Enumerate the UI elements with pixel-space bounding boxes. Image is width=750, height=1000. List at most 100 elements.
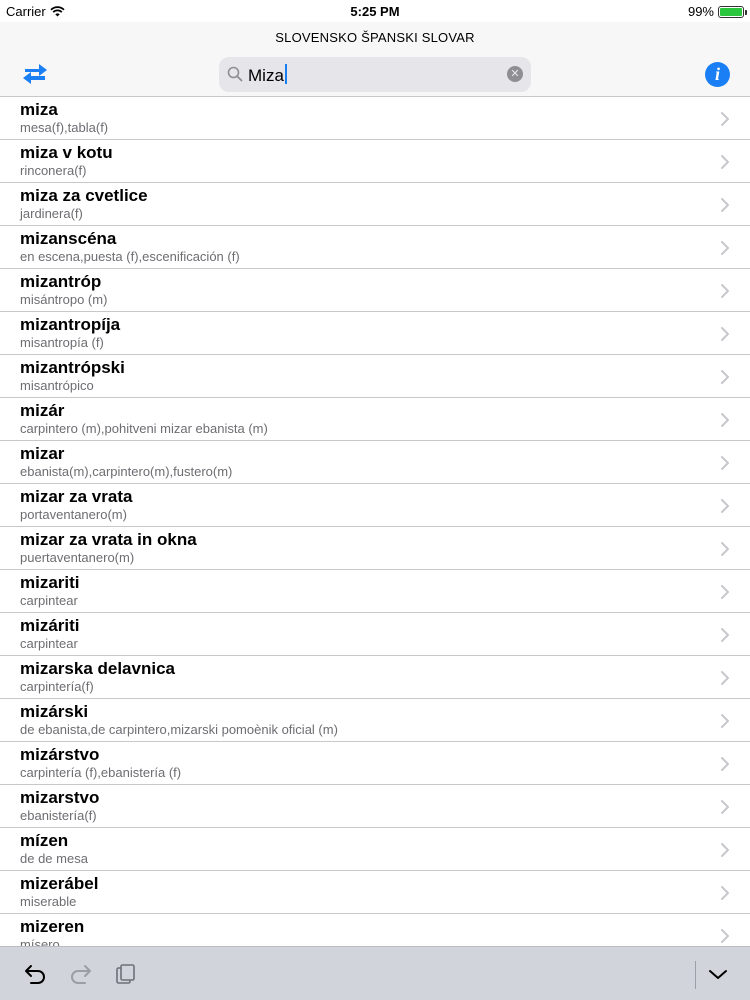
entry-translation: mesa(f),tabla(f) [20,120,109,135]
chevron-right-icon [721,370,729,384]
status-right: 99% [687,4,747,19]
entry-word: mizantrópski [20,358,125,377]
toolbar-divider [695,961,696,989]
nav-bar: SLOVENSKO ŠPANSKI SLOVAR Miza ✕ i [0,22,750,97]
battery-icon [718,5,747,18]
entry-translation: carpintear [20,593,78,608]
entry-translation: ebanista(m),carpintero(m),fustero(m) [20,464,233,479]
list-item[interactable]: mizar za vrata in okna puertaventanero(m) [0,527,750,570]
redo-button[interactable] [68,963,92,985]
entry-translation: ebanistería(f) [20,808,97,823]
list-item[interactable]: miza v kotu rinconera(f) [0,140,750,183]
list-item[interactable]: miza za cvetlice jardinera(f) [0,183,750,226]
entry-translation: misantropía (f) [20,335,104,350]
chevron-right-icon [721,284,729,298]
clear-search-button[interactable]: ✕ [507,66,523,82]
entry-word: mizarska delavnica [20,659,175,678]
paste-button[interactable] [114,963,138,985]
list-item[interactable]: mizár carpintero (m),pohitveni mizar eban… [0,398,750,441]
chevron-right-icon [721,155,729,169]
list-item[interactable]: mizantrópski misantrópico [0,355,750,398]
entry-word: mizanscéna [20,229,117,248]
entry-word: mizeren [20,917,85,936]
entry-translation: rinconera(f) [20,163,87,178]
redo-icon [71,965,91,984]
list-item[interactable]: mizeren mísero [0,914,750,946]
info-button[interactable]: i [705,62,730,87]
chevron-right-icon [721,327,729,341]
list-item[interactable]: mízen de de mesa [0,828,750,871]
chevron-right-icon [721,714,729,728]
search-icon [227,66,243,82]
battery-level [720,7,742,16]
clipboard-icon [116,964,135,984]
chevron-down-icon [709,970,727,979]
entry-translation: mísero [20,937,60,946]
entry-translation: carpintear [20,636,78,651]
entry-word: mizárstvo [20,745,100,764]
chevron-right-icon [721,843,729,857]
chevron-right-icon [721,929,729,943]
chevron-right-icon [721,542,729,556]
entry-word: mizárski [20,702,89,721]
clear-icon: ✕ [510,68,520,80]
battery-percent: 99% [687,4,714,19]
search-field[interactable]: Miza ✕ [219,57,531,92]
keyboard-toolbar [0,946,750,1000]
entry-translation: portaventanero(m) [20,507,127,522]
status-bar: Carrier 5:25 PM 99% [0,0,750,22]
entry-word: mizerábel [20,874,99,893]
entry-word: mizar [20,444,65,463]
chevron-right-icon [721,112,729,126]
list-item[interactable]: mizarstvo ebanistería(f) [0,785,750,828]
entry-word: mizar za vrata [20,487,133,506]
entry-word: mizantropíja [20,315,121,334]
undo-button[interactable] [24,963,48,985]
entry-word: mizarstvo [20,788,100,807]
undo-icon [25,965,45,984]
list-item[interactable]: mizanscéna en escena,puesta (f),escenific… [0,226,750,269]
dismiss-keyboard-button[interactable] [706,963,730,985]
search-value: Miza [248,66,284,85]
list-item[interactable]: mizárstvo carpintería (f),ebanistería (f) [0,742,750,785]
list-item[interactable]: mizariti carpintear [0,570,750,613]
chevron-right-icon [721,757,729,771]
swap-language-button[interactable] [20,60,50,88]
entry-word: miza za cvetlice [20,186,148,205]
entry-word: mizar za vrata in okna [20,530,197,549]
result-list[interactable]: miza mesa(f),tabla(f) miza v kotu rinconera… [0,97,750,946]
entry-translation: misantrópico [20,378,94,393]
entry-word: mizár [20,401,65,420]
entry-translation: puertaventanero(m) [20,550,135,565]
status-time: 5:25 PM [350,4,400,19]
entry-translation: carpintería (f),ebanistería (f) [20,765,182,780]
chevron-right-icon [721,456,729,470]
entry-word: miza v kotu [20,143,113,162]
search-input[interactable]: Miza [248,64,287,86]
list-item[interactable]: miza mesa(f),tabla(f) [0,97,750,140]
entry-word: mízen [20,831,69,850]
list-item[interactable]: mizantróp misántropo (m) [0,269,750,312]
list-item[interactable]: mizantropíja misantropía (f) [0,312,750,355]
chevron-right-icon [721,628,729,642]
entry-translation: en escena,puesta (f),escenificación (f) [20,249,240,264]
chevron-right-icon [721,585,729,599]
entry-word: miza [20,100,58,119]
entry-word: mizantróp [20,272,102,291]
list-item[interactable]: mizarska delavnica carpintería(f) [0,656,750,699]
list-item[interactable]: mizáriti carpintear [0,613,750,656]
list-item[interactable]: mizar ebanista(m),carpintero(m),fustero(m… [0,441,750,484]
entry-translation: de ebanista,de carpintero,mizarski pomoè… [20,722,338,737]
text-cursor [284,64,287,84]
list-item[interactable]: mizárski de ebanista,de carpintero,mizars… [0,699,750,742]
entry-word: mizariti [20,573,80,592]
chevron-right-icon [721,499,729,513]
list-item[interactable]: mizerábel miserable [0,871,750,914]
chevron-right-icon [721,198,729,212]
chevron-right-icon [721,413,729,427]
app-title: SLOVENSKO ŠPANSKI SLOVAR [275,30,475,45]
list-item[interactable]: mizar za vrata portaventanero(m) [0,484,750,527]
chevron-right-icon [721,886,729,900]
chevron-right-icon [721,241,729,255]
entry-translation: jardinera(f) [20,206,83,221]
